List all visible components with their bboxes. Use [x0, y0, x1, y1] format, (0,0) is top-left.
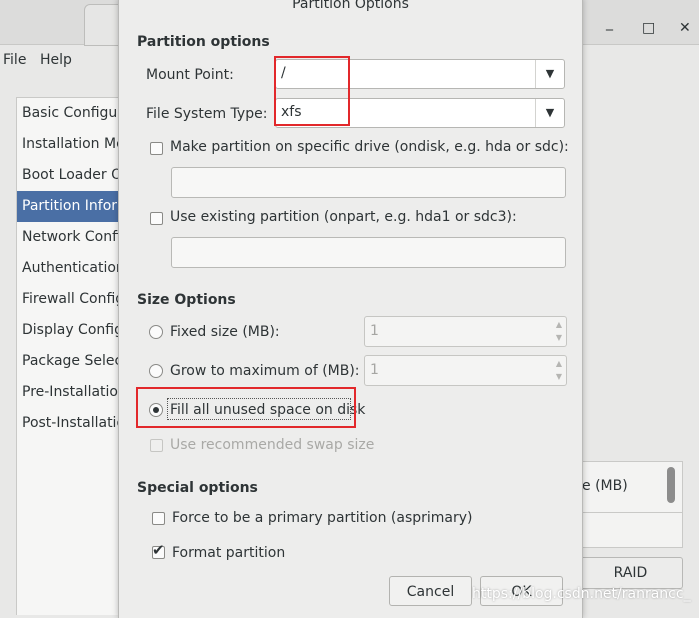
highlight-mount-fs	[274, 56, 350, 126]
scrollbar-thumb[interactable]	[667, 467, 675, 503]
sidebar: Basic Configuration Installation Method …	[16, 97, 128, 615]
existing-partition-checkbox[interactable]	[150, 212, 163, 225]
dialog-title: Partition Options	[292, 0, 409, 12]
partition-options-dialog: Partition Options Partition options Moun…	[118, 0, 583, 618]
sidebar-item-pre-installation[interactable]: Pre-Installation Script	[17, 377, 127, 408]
sidebar-item-basic-configuration[interactable]: Basic Configuration	[17, 98, 127, 129]
fixed-size-label: Fixed size (MB):	[170, 324, 280, 340]
sidebar-item-authentication[interactable]: Authentication	[17, 253, 127, 284]
grow-max-value[interactable]: 1	[370, 362, 379, 378]
recommended-swap-label: Use recommended swap size	[170, 437, 375, 453]
sidebar-item-boot-loader[interactable]: Boot Loader Options	[17, 160, 127, 191]
specific-drive-checkbox[interactable]	[150, 142, 163, 155]
grow-max-spinner[interactable]: 1 ▲ ▼	[364, 355, 567, 386]
specific-drive-field[interactable]	[171, 167, 566, 198]
spinner-down-icon[interactable]: ▼	[556, 334, 562, 342]
primary-partition-label: Force to be a primary partition (asprima…	[172, 510, 473, 526]
specific-drive-label: Make partition on specific drive (ondisk…	[170, 139, 569, 155]
checkmark-icon: ✔	[152, 541, 165, 559]
existing-partition-field[interactable]	[171, 237, 566, 268]
fixed-size-value[interactable]: 1	[370, 323, 379, 339]
mount-point-label: Mount Point:	[146, 67, 234, 83]
sidebar-item-installation-method[interactable]: Installation Method	[17, 129, 127, 160]
cancel-button[interactable]: Cancel	[389, 576, 472, 606]
grow-max-label: Grow to maximum of (MB):	[170, 363, 360, 379]
chevron-down-icon[interactable]: ▼	[535, 60, 564, 88]
size-options-heading: Size Options	[137, 292, 236, 308]
recommended-swap-checkbox[interactable]	[150, 439, 163, 452]
sidebar-item-display[interactable]: Display Configuration	[17, 315, 127, 346]
partition-options-heading: Partition options	[137, 34, 270, 50]
menu-help[interactable]: Help	[40, 52, 72, 68]
table-divider	[582, 512, 682, 513]
sidebar-item-firewall[interactable]: Firewall Configuration	[17, 284, 127, 315]
fixed-size-radio[interactable]	[149, 325, 163, 339]
special-options-heading: Special options	[137, 480, 258, 496]
sidebar-item-package[interactable]: Package Selection	[17, 346, 127, 377]
chevron-down-icon[interactable]: ▼	[535, 99, 564, 127]
spinner-up-icon[interactable]: ▲	[556, 360, 562, 368]
format-partition-label: Format partition	[172, 545, 286, 561]
primary-partition-checkbox[interactable]	[152, 512, 165, 525]
fs-type-label: File System Type:	[146, 106, 268, 122]
spinner-down-icon[interactable]: ▼	[556, 373, 562, 381]
sidebar-item-network[interactable]: Network Configuration	[17, 222, 127, 253]
highlight-fill-disk	[136, 387, 356, 428]
size-column-header: e (MB)	[582, 478, 628, 494]
grow-max-radio[interactable]	[149, 364, 163, 378]
menu-file[interactable]: File	[3, 52, 26, 68]
minimize-button[interactable]: _	[606, 16, 613, 30]
raid-button[interactable]: RAID	[578, 557, 683, 589]
fixed-size-spinner[interactable]: 1 ▲ ▼	[364, 316, 567, 347]
existing-partition-label: Use existing partition (onpart, e.g. hda…	[170, 209, 517, 225]
close-button[interactable]: ✕	[679, 21, 691, 35]
sidebar-item-post-installation[interactable]: Post-Installation Script	[17, 408, 127, 439]
sidebar-item-partition-information[interactable]: Partition Information	[17, 191, 127, 222]
watermark-text: https://blog.csdn.net/ranrancc_	[472, 586, 691, 602]
spinner-up-icon[interactable]: ▲	[556, 321, 562, 329]
maximize-button[interactable]: □	[642, 21, 655, 35]
